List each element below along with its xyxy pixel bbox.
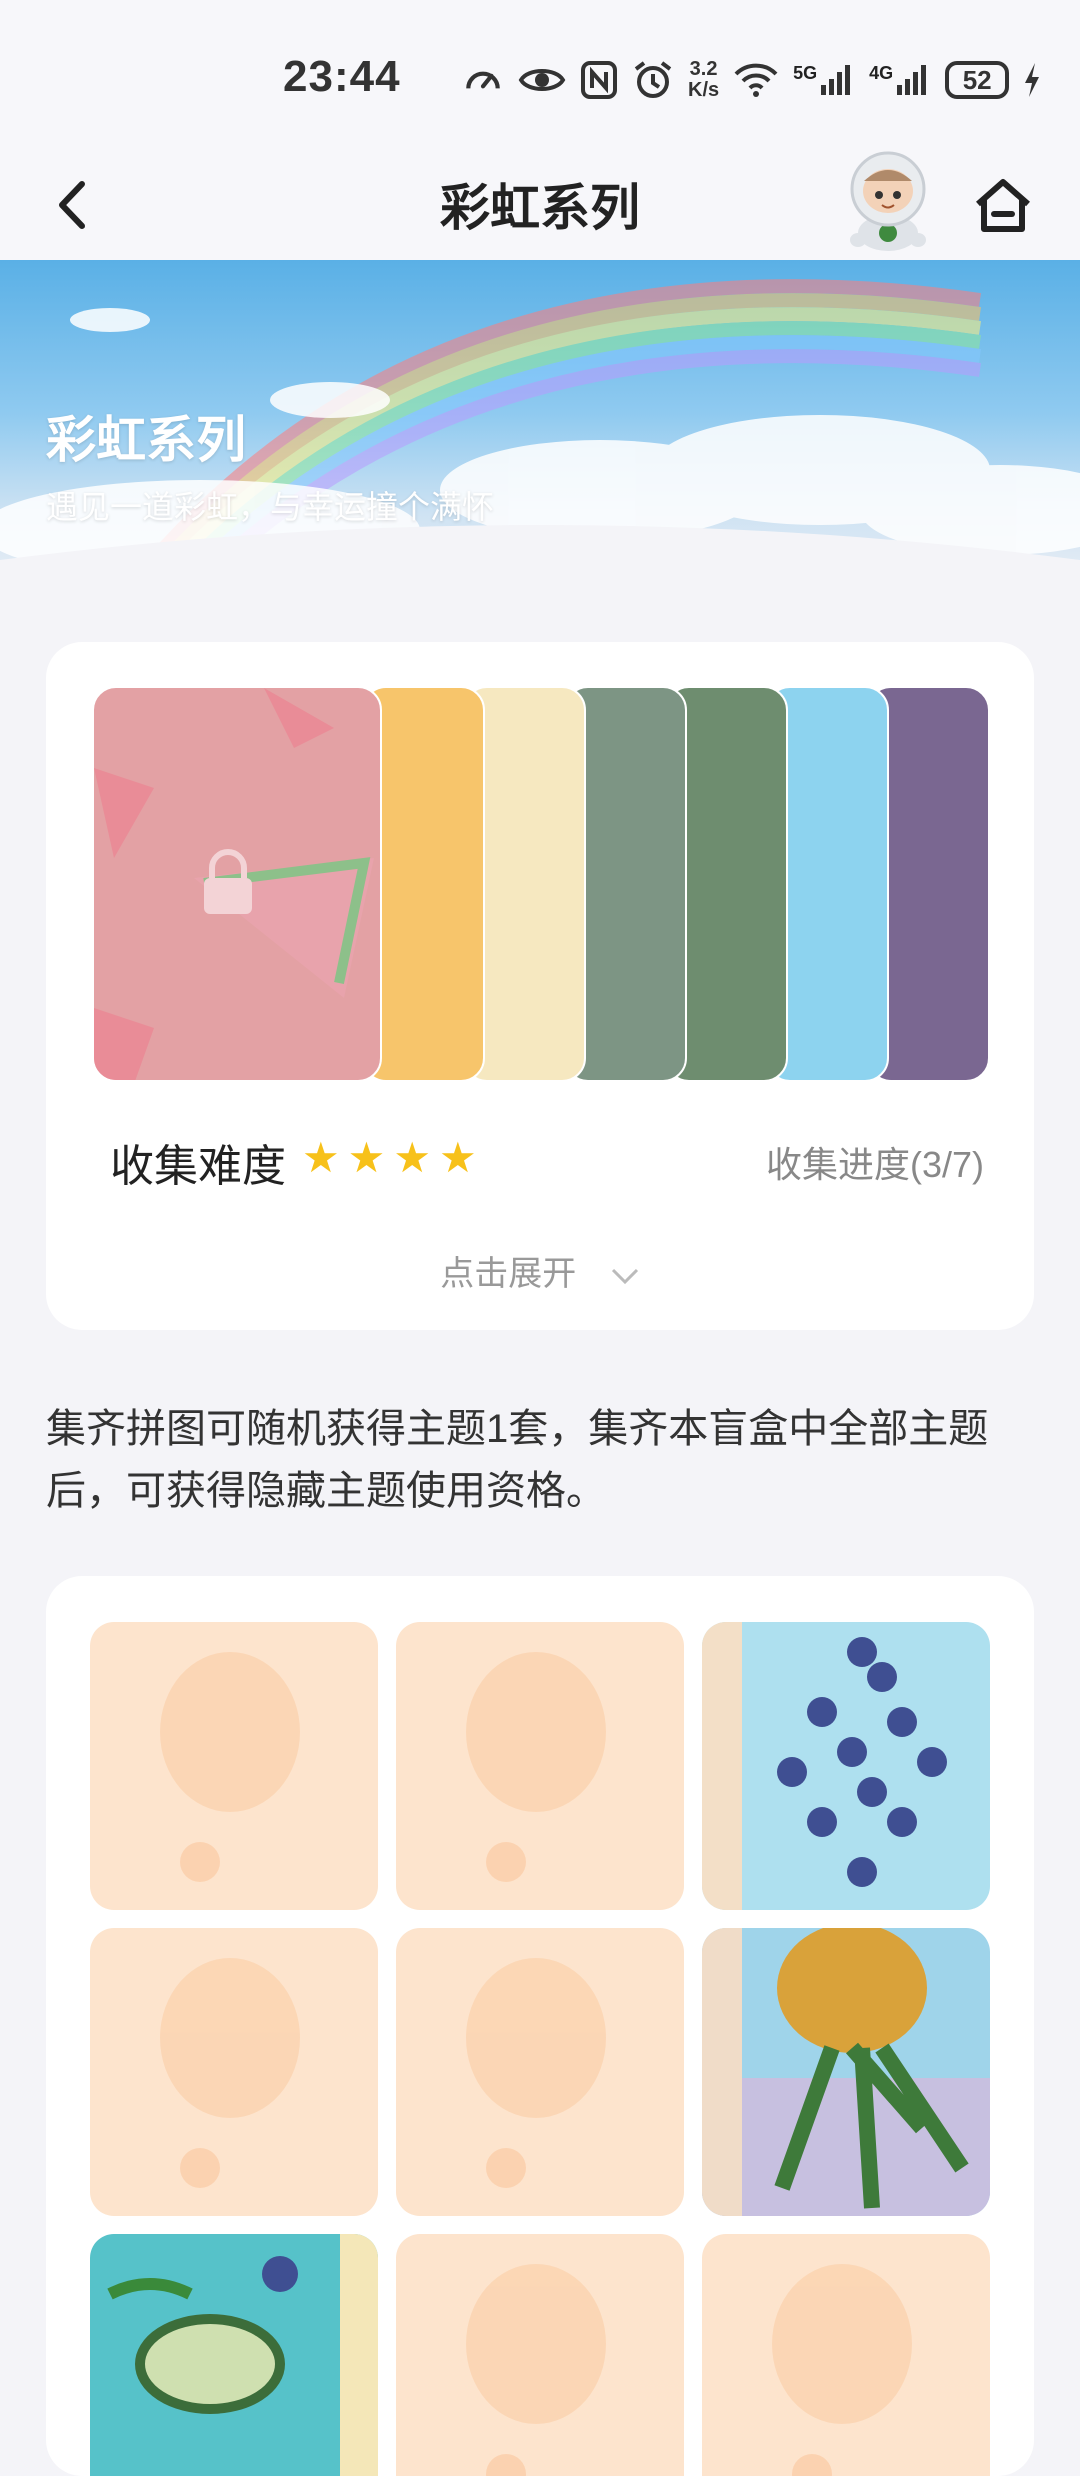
status-bar: 23:44 3.2 K/s 5G 4G 52	[0, 0, 1080, 150]
puzzle-piece-lemon-faded[interactable]	[90, 1928, 378, 2216]
difficulty-stars: ★ ★ ★ ★	[302, 1136, 477, 1180]
puzzle-piece-avocado[interactable]	[90, 2234, 378, 2476]
expand-label: 点击展开	[440, 1255, 577, 1293]
blueberries-art	[702, 1622, 947, 1910]
alarm-icon	[634, 61, 672, 98]
signal-icon	[821, 65, 851, 95]
status-time: 23:44	[283, 52, 401, 101]
astronaut-avatar[interactable]	[838, 145, 938, 255]
faded-piece-art	[466, 2264, 606, 2476]
faded-piece-art	[160, 1652, 300, 1882]
signal-icon	[897, 65, 927, 95]
avocado-art	[107, 2234, 378, 2476]
faded-piece-art	[466, 1958, 606, 2188]
expand-button[interactable]: 点击展开	[46, 1246, 1034, 1295]
collection-progress: 收集进度(3/7)	[765, 1144, 984, 1185]
eye-icon	[518, 69, 566, 91]
lock-icon	[204, 849, 252, 914]
theme-strip[interactable]	[92, 686, 990, 1082]
puzzle-piece-faded-8[interactable]	[702, 2234, 990, 2476]
puzzle-piece-grapes-faded[interactable]	[396, 1622, 684, 1910]
puzzle-piece-pineapple-faded[interactable]	[90, 1622, 378, 1910]
status-icons: 3.2 K/s 5G 4G 52	[462, 52, 1041, 108]
signal-4g: 4G	[869, 63, 931, 97]
difficulty-label: 收集难度	[110, 1142, 286, 1191]
rules-description: 集齐拼图可随机获得主题1套，集齐本盲盒中全部主题后，可获得隐藏主题使用资格。	[46, 1407, 989, 1513]
star-icon: ★	[393, 1134, 431, 1181]
nav-bar: 彩虹系列	[0, 150, 1080, 260]
puzzle-card	[46, 1576, 1034, 2476]
theme-tile-watermelon[interactable]	[92, 686, 382, 1082]
chevron-down-icon	[611, 1268, 638, 1285]
star-icon: ★	[302, 1134, 340, 1181]
puzzle-piece-blueberries[interactable]	[702, 1622, 990, 1910]
banner-subtitle: 遇见一道彩虹，与幸运撞个满怀	[46, 489, 495, 525]
faded-piece-art	[772, 2264, 912, 2476]
battery-icon: 52	[945, 61, 1010, 99]
collection-card: 收集难度 ★ ★ ★ ★ 收集进度(3/7) 点击展开	[46, 642, 1034, 1330]
wifi-icon	[734, 63, 778, 97]
faded-piece-art	[160, 1958, 300, 2188]
signal-5g: 5G	[793, 63, 855, 97]
faded-piece-art	[466, 1652, 606, 1882]
charging-icon	[1025, 63, 1040, 97]
nfc-icon	[581, 61, 617, 99]
series-banner: 彩虹系列 遇见一道彩虹，与幸运撞个满怀	[0, 260, 1080, 600]
star-icon: ★	[438, 1134, 477, 1181]
pineapple-art	[702, 1928, 990, 2216]
puzzle-piece-faded-7[interactable]	[396, 2234, 684, 2476]
puzzle-piece-watermelon-faded[interactable]	[396, 1928, 684, 2216]
banner-title: 彩虹系列	[46, 412, 246, 468]
star-icon: ★	[347, 1134, 386, 1181]
network-speed: 3.2 K/s	[688, 58, 720, 101]
speedometer-icon	[466, 71, 500, 89]
puzzle-piece-pineapple[interactable]	[702, 1928, 990, 2216]
home-icon[interactable]	[968, 172, 1038, 242]
